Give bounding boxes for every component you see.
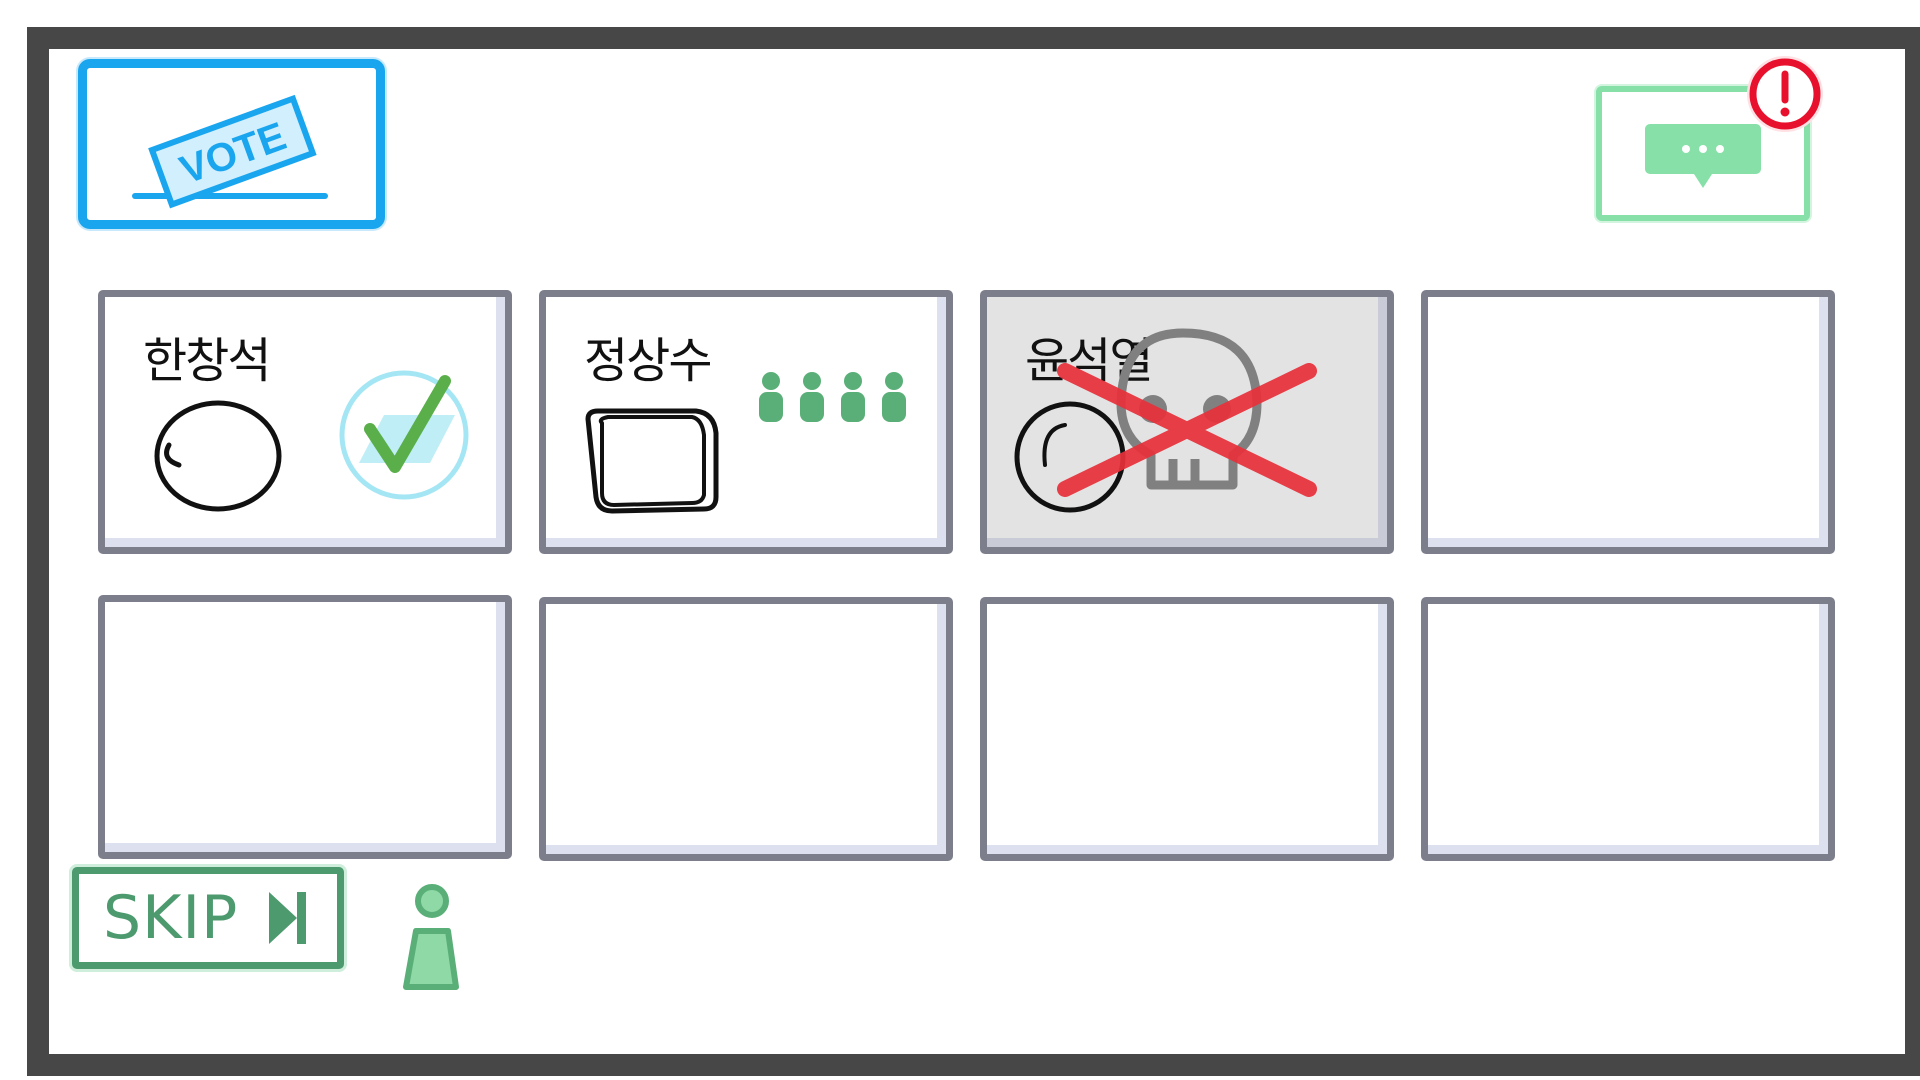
skip-label: SKIP [103,883,239,953]
player-slot-8[interactable] [1421,597,1835,861]
player-slot-3[interactable]: 윤석열 [980,290,1394,554]
exclamation-alert-icon [1747,56,1823,132]
skip-button[interactable]: SKIP [72,867,344,969]
vote-button[interactable]: VOTE [78,59,385,229]
eliminated-cross-icon [1057,363,1317,497]
voter-person-icon [841,372,865,422]
player-avatar [585,408,719,514]
ballot-box-icon: VOTE [132,94,328,209]
player-slot-5[interactable] [98,595,512,859]
player-slot-2[interactable]: 정상수 [539,290,953,554]
vote-check-icon [339,370,469,500]
player-avatar [154,400,282,512]
player-slot-1[interactable]: 한창석 [98,290,512,554]
voter-person-icon [403,884,459,990]
voter-person-icon [800,372,824,422]
voter-count-icons [759,372,906,422]
voter-person-icon [882,372,906,422]
player-slot-7[interactable] [980,597,1394,861]
player-slot-4[interactable] [1421,290,1835,554]
player-slot-6[interactable] [539,597,953,861]
voter-person-icon [759,372,783,422]
skip-forward-icon [269,892,306,944]
